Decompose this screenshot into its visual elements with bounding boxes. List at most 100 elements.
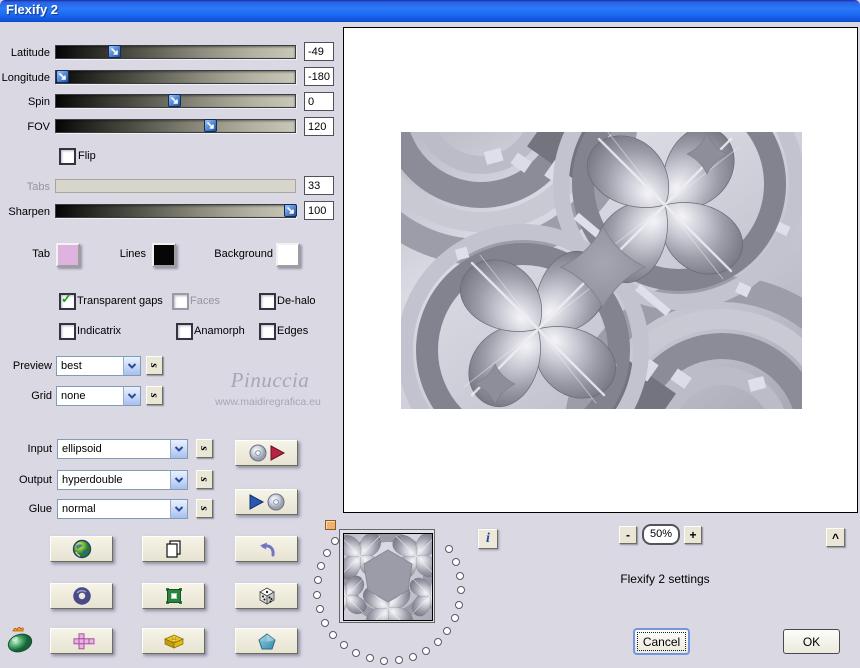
memory-dot[interactable] <box>313 591 321 599</box>
tabs-value[interactable] <box>304 176 334 195</box>
tab-color-swatch[interactable] <box>56 243 80 267</box>
memory-dot[interactable] <box>316 605 324 613</box>
glue-dropdown[interactable]: normal <box>57 499 188 519</box>
title-bar[interactable]: Flexify 2 <box>0 0 860 22</box>
memory-dot[interactable] <box>331 537 339 545</box>
sharpen-slider-handle[interactable] <box>284 204 297 217</box>
memory-dot[interactable] <box>329 631 337 639</box>
lego-button[interactable] <box>142 628 205 654</box>
anamorph-label: Anamorph <box>194 325 245 337</box>
memory-dot[interactable] <box>443 627 451 635</box>
longitude-slider-handle[interactable] <box>56 70 69 83</box>
background-color-swatch[interactable] <box>276 243 300 267</box>
preview-dropdown[interactable]: best <box>56 356 141 376</box>
memory-dot[interactable] <box>352 649 360 657</box>
transparent-gaps-checkbox[interactable]: ✓ <box>59 291 76 310</box>
chevron-down-icon[interactable] <box>170 440 187 458</box>
lines-color-swatch[interactable] <box>152 243 176 267</box>
chevron-down-icon[interactable] <box>123 387 140 405</box>
ok-button[interactable]: OK <box>783 629 840 654</box>
zoom-level[interactable]: 50% <box>642 524 680 545</box>
memory-dot[interactable] <box>380 657 388 665</box>
solid-button[interactable] <box>235 628 298 654</box>
chevron-down-icon[interactable] <box>170 500 187 518</box>
chevron-down-icon[interactable] <box>123 357 140 375</box>
de-halo-checkbox[interactable] <box>259 293 276 310</box>
memory-dot[interactable] <box>323 549 331 557</box>
output-s-button[interactable]: s <box>196 470 213 489</box>
latitude-slider-handle[interactable] <box>108 45 121 58</box>
disk-read-button[interactable] <box>235 440 298 466</box>
info-button[interactable]: i <box>478 529 498 549</box>
memory-dot[interactable] <box>455 601 463 609</box>
slider-arrow-icon <box>206 121 214 129</box>
glue-s-button[interactable]: s <box>196 499 213 518</box>
collapse-button[interactable]: ^ <box>826 528 845 547</box>
chevron-down-icon[interactable] <box>170 471 187 489</box>
anamorph-checkbox[interactable] <box>176 323 193 340</box>
preview-s-button[interactable]: s <box>146 356 163 375</box>
memory-dot[interactable] <box>395 656 403 664</box>
preview-thumbnail[interactable] <box>339 529 435 623</box>
grid-s-button[interactable]: s <box>146 386 163 405</box>
random-button[interactable] <box>235 583 298 609</box>
memory-dot[interactable] <box>452 558 460 566</box>
torus-button[interactable] <box>50 583 113 609</box>
output-dropdown[interactable]: hyperdouble <box>57 470 188 490</box>
fov-slider[interactable] <box>55 119 296 133</box>
memory-dot[interactable] <box>422 647 430 655</box>
input-s-button[interactable]: s <box>196 439 213 458</box>
frame-button[interactable] <box>142 583 205 609</box>
memory-dot[interactable] <box>445 545 453 553</box>
disk-write-button[interactable] <box>235 489 298 515</box>
glue-dropdown-value: normal <box>62 503 96 515</box>
sharpen-slider[interactable] <box>55 204 297 218</box>
zoom-out-button[interactable]: - <box>619 526 637 544</box>
spin-slider-handle[interactable] <box>168 94 181 107</box>
memory-dot[interactable] <box>366 654 374 662</box>
spin-label: Spin <box>27 96 50 108</box>
spin-slider[interactable] <box>55 94 296 108</box>
tabs-label: Tabs <box>26 181 50 193</box>
slider-arrow-icon <box>110 47 118 55</box>
memory-dot[interactable] <box>434 638 442 646</box>
longitude-value[interactable] <box>304 67 334 86</box>
unfold-button[interactable] <box>50 628 113 654</box>
preview-dropdown-value: best <box>61 360 82 372</box>
indicatrix-label: Indicatrix <box>77 325 122 337</box>
memory-dot[interactable] <box>451 614 459 622</box>
grid-dropdown[interactable]: none <box>56 386 141 406</box>
globe-button[interactable] <box>50 536 113 562</box>
memory-dot[interactable] <box>456 572 464 580</box>
slider-arrow-icon <box>170 96 178 104</box>
edges-checkbox[interactable] <box>259 323 276 340</box>
undo-button[interactable] <box>235 536 298 562</box>
indicatrix-checkbox[interactable] <box>59 323 76 340</box>
flaming-pear-logo-icon[interactable] <box>5 625 37 658</box>
square-frame-icon <box>165 588 182 604</box>
memory-dot[interactable] <box>340 641 348 649</box>
longitude-slider[interactable] <box>55 70 296 84</box>
memory-dot[interactable] <box>317 562 325 570</box>
fov-value[interactable] <box>304 117 334 136</box>
memory-marker[interactable] <box>325 520 336 530</box>
fov-slider-handle[interactable] <box>204 119 217 132</box>
faces-checkbox <box>172 293 189 310</box>
flip-checkbox[interactable] <box>59 148 76 165</box>
latitude-slider[interactable] <box>55 45 296 59</box>
output-label: Output <box>18 474 52 486</box>
memory-dot[interactable] <box>409 653 417 661</box>
preview-image[interactable] <box>401 132 802 409</box>
cancel-button[interactable]: Cancel <box>633 628 690 655</box>
latitude-label: Latitude <box>10 47 50 59</box>
memory-dot[interactable] <box>314 576 322 584</box>
copy-button[interactable] <box>142 536 205 562</box>
memory-dot[interactable] <box>321 619 329 627</box>
spin-value[interactable] <box>304 92 334 111</box>
zoom-in-button[interactable]: + <box>684 526 702 544</box>
sharpen-value[interactable] <box>304 201 334 220</box>
background-color-label: Background <box>214 248 273 260</box>
input-dropdown[interactable]: ellipsoid <box>57 439 188 459</box>
latitude-value[interactable] <box>304 42 334 61</box>
memory-dot[interactable] <box>457 586 465 594</box>
